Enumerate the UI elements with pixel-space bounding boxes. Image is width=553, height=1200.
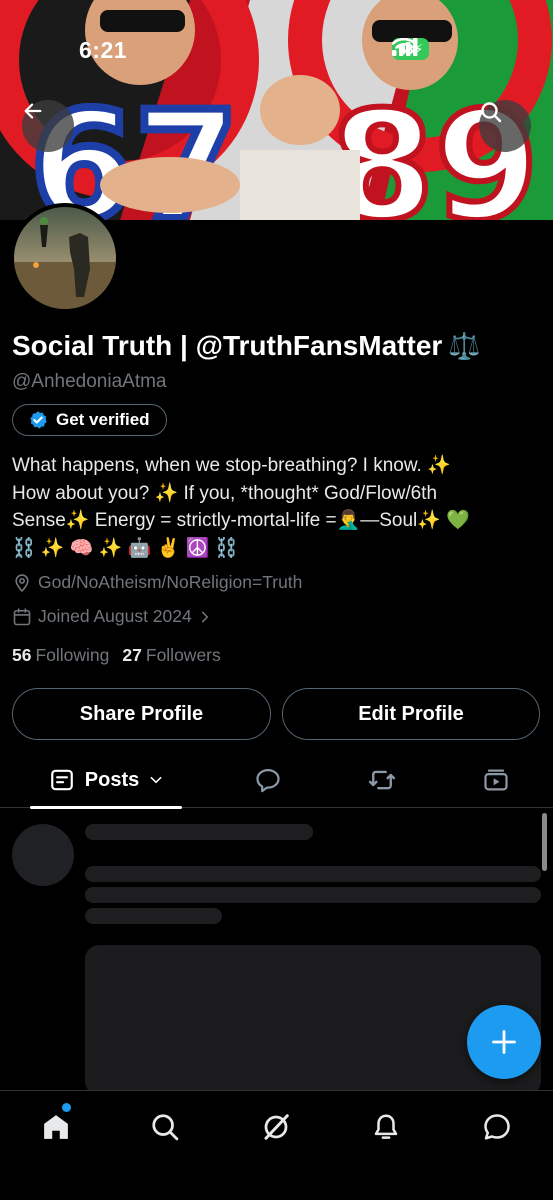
search-icon [481,102,502,123]
video-icon [484,769,508,791]
get-verified-button[interactable]: Get verified [12,404,167,436]
nav-notifications[interactable] [366,1107,406,1147]
avatar[interactable] [10,203,120,313]
bio-line: How about you? ✨ If you, *thought* God/F… [12,482,438,504]
nav-grok[interactable] [256,1107,296,1147]
profile-joined-date[interactable]: Joined August 2024 [12,606,212,627]
search-icon [152,1114,179,1141]
bottom-navigation [0,1090,553,1200]
nav-messages[interactable] [477,1107,517,1147]
loading-line-placeholder [85,866,541,882]
loading-line-placeholder [85,824,313,840]
following-label: Following [35,645,110,665]
loading-avatar-placeholder [12,824,74,886]
nav-home[interactable] [36,1103,76,1147]
scrollbar[interactable] [542,813,547,871]
chevron-right-icon [201,611,208,622]
share-profile-button[interactable]: Share Profile [12,688,271,740]
tab-posts[interactable]: Posts [30,752,182,809]
calendar-icon [13,607,31,625]
compose-post-button[interactable] [467,1005,541,1079]
repost-icon [368,770,396,790]
profile-banner[interactable]: 67 89 6:21 98⚡︎ [0,0,553,220]
location-pin-icon [15,573,29,592]
verified-badge-icon [30,411,47,429]
followers-count: 27 [122,645,142,665]
profile-tabs: Posts [0,752,553,809]
avatar-image [14,207,116,309]
tab-posts-label: Posts [84,768,140,791]
followers-label: Followers [145,645,221,665]
profile-bio: What happens, when we stop-breathing? I … [12,452,542,562]
edit-profile-button[interactable]: Edit Profile [282,688,540,740]
reply-bubble-icon [256,768,280,793]
loading-line-placeholder [85,908,222,924]
get-verified-label: Get verified [56,410,150,429]
tab-replies[interactable] [244,752,292,808]
bell-icon [374,1114,398,1139]
following-count: 56 [12,645,32,665]
bio-line: Sense✨ Energy = strictly-mortal-life =🤦‍… [12,510,470,531]
arrow-left-icon [24,103,42,119]
back-button[interactable] [22,100,74,152]
tab-videos[interactable] [472,752,520,808]
status-bar: 6:21 98⚡︎ [0,0,553,100]
profile-location: God/NoAtheism/NoReligion=Truth [12,572,302,593]
notification-dot [62,1103,71,1112]
display-name-text: Social Truth | @TruthFansMatter [12,330,443,361]
plus-icon [492,1030,516,1054]
bio-line: What happens, when we stop-breathing? I … [12,455,451,476]
followers-link[interactable]: 27 Followers [122,645,220,666]
user-handle: @AnhedoniaAtma [12,371,167,392]
bio-line: ⛓️ ✨ 🧠 ✨ 🤖 ✌️ ☮️ ⛓️ [12,537,239,559]
tab-reposts[interactable] [358,752,406,808]
chat-bubble-icon [484,1114,510,1140]
location-text: God/NoAtheism/NoReligion=Truth [38,572,303,592]
scale-emoji: ⚖️ [448,331,481,361]
joined-text: Joined August 2024 [38,606,192,626]
follow-stats: 56 Following 27 Followers [12,645,221,666]
search-button[interactable] [479,100,531,152]
posts-icon [50,769,73,791]
home-icon [44,1115,68,1139]
loading-line-placeholder [85,887,541,903]
display-name: Social Truth | @TruthFansMatter ⚖️ [12,330,481,362]
wifi-icon [392,38,416,55]
status-time: 6:21 [79,37,128,63]
following-link[interactable]: 56 Following [12,645,109,666]
chevron-down-icon [150,776,162,784]
status-icons: 98⚡︎ [392,38,430,60]
nav-search[interactable] [145,1107,185,1147]
grok-icon [264,1114,289,1140]
